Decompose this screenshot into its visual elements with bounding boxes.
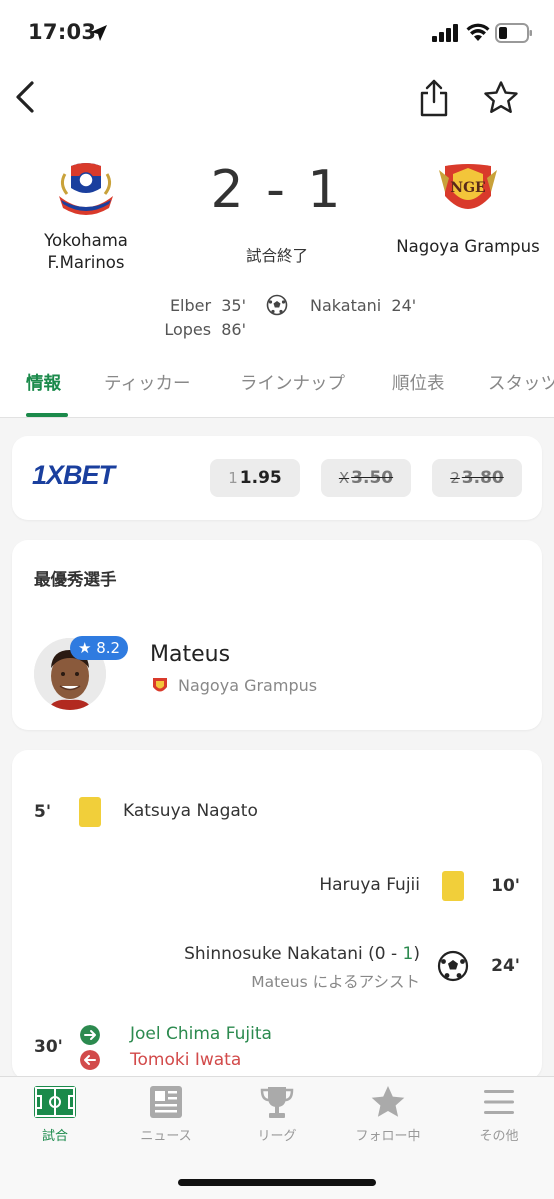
goal-score-suffix: ): [413, 944, 420, 964]
news-icon: [150, 1086, 182, 1118]
event-minute: 10': [491, 876, 520, 896]
svg-text:NGE: NGE: [450, 180, 485, 196]
odds-label: 1: [228, 469, 238, 487]
status-time: 17:03: [28, 20, 97, 44]
player-name: Mateus: [150, 642, 231, 667]
nav-matches[interactable]: 試合: [0, 1085, 110, 1144]
away-team-crest: NGE: [439, 164, 497, 209]
odds-draw[interactable]: X 3.50: [321, 459, 411, 497]
home-scorer: Elber 35': [169, 296, 246, 315]
home-team-name-line1: Yokohama: [44, 231, 128, 250]
match-score: 2 - 1: [210, 160, 344, 220]
match-status: 試合終了: [245, 247, 308, 265]
soccer-ball-icon: [437, 950, 469, 982]
player-team: Nagoya Grampus: [178, 676, 318, 695]
odds-away-win[interactable]: 2 3.80: [432, 459, 522, 497]
menu-icon: [484, 1090, 514, 1114]
status-bar: 17:03: [0, 0, 554, 66]
battery-icon: [495, 23, 532, 43]
goal-scorer[interactable]: Shinnosuke Nakatani (0 - 1): [184, 944, 420, 964]
tab-stats[interactable]: スタッツ: [488, 370, 554, 395]
tab-standings[interactable]: 順位表: [392, 370, 445, 395]
sub-player-in[interactable]: Joel Chima Fujita: [130, 1024, 272, 1044]
match-header: 17:03 Yokohama F.Marinos 2 - 1 試合終了 NGE: [0, 0, 554, 418]
yellow-card-icon: [79, 797, 101, 827]
odds-value: 1.95: [239, 468, 282, 488]
event-player[interactable]: Katsuya Nagato: [123, 801, 258, 821]
player-of-match-title: 最優秀選手: [34, 570, 117, 589]
favorite-star-icon[interactable]: [483, 80, 519, 116]
odds-card: 1XBET 1 1.95 X 3.50 2 3.80: [12, 436, 542, 520]
goal-assist[interactable]: Mateus によるアシスト: [251, 970, 420, 992]
goal-score-prefix: (0 -: [368, 944, 403, 964]
player-of-match-card[interactable]: 最優秀選手 ★ 8.2 Mateus Nagoya Grampus: [12, 540, 542, 730]
nav-leagues[interactable]: リーグ: [222, 1085, 332, 1144]
trophy-icon: [260, 1087, 294, 1118]
odds-label: 2: [450, 469, 460, 487]
match-tabs: 情報 ティッカー ラインナップ 順位表 スタッツ: [0, 366, 554, 418]
player-rating-badge: ★ 8.2: [70, 636, 129, 660]
tab-lineup[interactable]: ラインナップ: [240, 370, 345, 395]
sub-out-arrow-icon: [80, 1050, 100, 1070]
cellular-signal-icon: [432, 24, 458, 42]
back-chevron-icon[interactable]: [10, 78, 42, 116]
share-icon[interactable]: [418, 78, 450, 118]
event-minute: 5': [34, 802, 52, 822]
home-team[interactable]: Yokohama F.Marinos: [26, 162, 146, 274]
nav-label: リーグ: [257, 1129, 297, 1144]
sub-player-out[interactable]: Tomoki Iwata: [130, 1050, 241, 1070]
location-arrow-icon: [91, 25, 107, 41]
odds-value: 3.80: [461, 468, 504, 488]
star-icon: [371, 1086, 405, 1117]
odds-label: X: [338, 469, 350, 487]
home-team-name-line2: F.Marinos: [47, 253, 125, 272]
pitch-icon: [34, 1086, 76, 1118]
tab-ticker[interactable]: ティッカー: [104, 370, 190, 395]
yellow-card-icon: [442, 871, 464, 901]
nav-label: その他: [479, 1129, 519, 1144]
home-scorers: Elber 35' Lopes 86': [164, 294, 246, 342]
event-player[interactable]: Haruya Fujii: [319, 875, 420, 895]
match-events-card: 5' Katsuya Nagato Haruya Fujii 10' Shinn…: [12, 750, 542, 1080]
event-minute: 30': [34, 1037, 63, 1057]
nav-label: フォロー中: [355, 1129, 421, 1144]
event-minute: 24': [491, 956, 520, 976]
team-crest-icon: [153, 678, 167, 692]
away-scorers: Nakatani 24': [310, 294, 416, 318]
away-team[interactable]: NGE Nagoya Grampus: [388, 162, 548, 258]
home-scorer: Lopes 86': [164, 320, 246, 339]
odds-brand-logo[interactable]: 1XBET: [32, 460, 115, 491]
sub-in-arrow-icon: [80, 1025, 100, 1045]
home-indicator[interactable]: [178, 1179, 376, 1186]
nav-more[interactable]: その他: [444, 1085, 554, 1144]
player-rating: 8.2: [96, 639, 121, 657]
goal-score-value: 1: [402, 944, 414, 964]
nav-label: ニュース: [140, 1129, 192, 1144]
odds-home-win[interactable]: 1 1.95: [210, 459, 300, 497]
soccer-ball-icon: [266, 294, 288, 316]
goal-scorer-name: Shinnosuke Nakatani: [184, 944, 363, 964]
active-tab-indicator: [26, 413, 68, 417]
nav-news[interactable]: ニュース: [111, 1085, 221, 1144]
odds-value: 3.50: [351, 468, 394, 488]
wifi-icon: [466, 23, 490, 41]
nav-following[interactable]: フォロー中: [333, 1085, 443, 1144]
home-team-crest: [59, 163, 113, 215]
away-scorer: Nakatani 24': [310, 296, 417, 315]
nav-label: 試合: [41, 1129, 68, 1144]
away-team-name: Nagoya Grampus: [396, 237, 540, 256]
bottom-navigation: 試合 ニュース リーグ フォロー中 その他: [0, 1076, 554, 1199]
tab-info[interactable]: 情報: [26, 370, 61, 395]
